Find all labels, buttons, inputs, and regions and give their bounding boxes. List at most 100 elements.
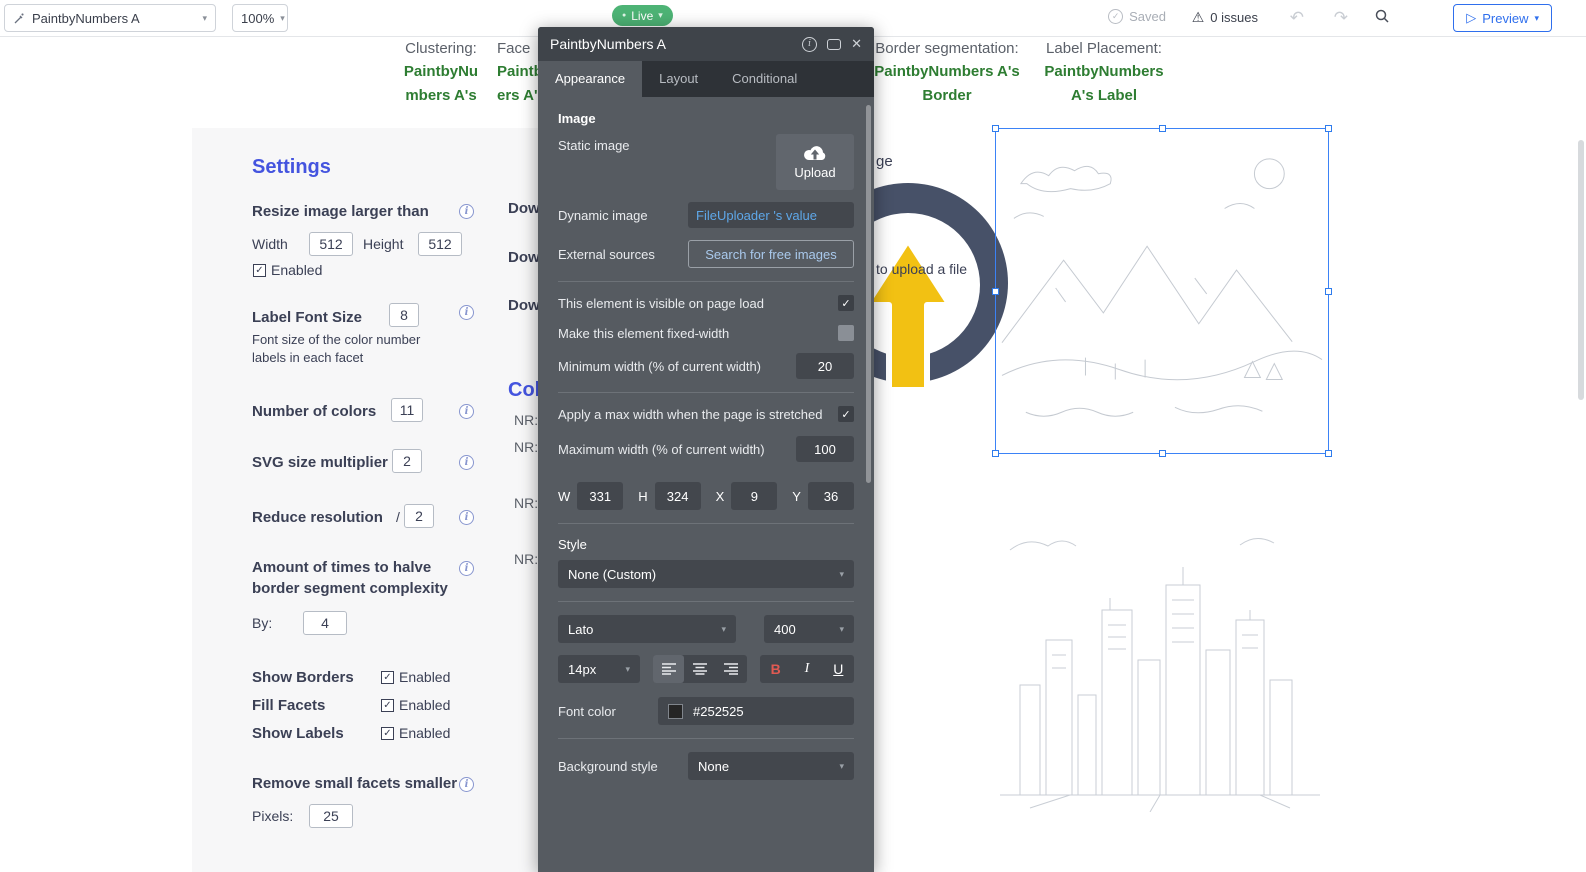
info-icon[interactable]: i (459, 455, 474, 470)
dot-icon: ● (622, 12, 626, 19)
chevron-down-icon: ▾ (721, 625, 726, 634)
align-right-button[interactable] (716, 655, 747, 683)
align-center-icon (693, 663, 707, 675)
zoom-dropdown[interactable]: 100% ▾ (232, 4, 288, 32)
fill-facets-checkbox[interactable]: ✓ Enabled (381, 697, 450, 713)
reduce-resolution-label: Reduce resolution (252, 509, 383, 526)
x-input[interactable] (731, 482, 777, 510)
undo-icon: ↶ (1290, 9, 1304, 26)
w-input[interactable] (577, 482, 623, 510)
resize-handle-sw[interactable] (992, 450, 999, 457)
info-icon[interactable]: i (459, 204, 474, 219)
number-of-colors-input[interactable] (391, 398, 423, 422)
width-label: Width (252, 236, 288, 252)
tab-conditional[interactable]: Conditional (715, 61, 814, 97)
saved-label: Saved (1129, 9, 1166, 24)
redo-button[interactable]: ↷ (1334, 9, 1348, 26)
canvas-label-label-placement[interactable]: Label Placement: PaintbyNumbers A's Labe… (1036, 38, 1172, 108)
number-of-colors-label: Number of colors (252, 403, 376, 420)
italic-button[interactable]: I (791, 655, 822, 683)
max-width-toggle-checkbox[interactable]: ✓ (838, 406, 854, 422)
font-weight-dropdown[interactable]: 400 ▾ (764, 615, 854, 643)
preview-button[interactable]: ▷ Preview ▾ (1453, 4, 1552, 32)
h-input[interactable] (655, 482, 701, 510)
min-width-input[interactable] (796, 353, 854, 379)
resize-handle-n[interactable] (1159, 125, 1166, 132)
paintbynumbers-image-element[interactable] (995, 128, 1329, 454)
dynamic-image-expression[interactable]: FileUploader 's value (688, 202, 854, 228)
visible-on-load-checkbox[interactable]: ✓ (838, 295, 854, 311)
info-icon[interactable]: i (459, 777, 474, 792)
label-title: Border segmentation: (868, 38, 1026, 60)
resize-handle-ne[interactable] (1325, 125, 1332, 132)
info-icon[interactable]: i (802, 37, 817, 52)
label-title: Label Placement: (1036, 38, 1172, 60)
info-icon[interactable]: i (459, 404, 474, 419)
bold-button[interactable]: B (760, 655, 791, 683)
close-icon[interactable]: ✕ (851, 36, 862, 52)
y-input[interactable] (808, 482, 854, 510)
settings-heading: Settings (252, 156, 331, 179)
font-size-dropdown[interactable]: 14px ▾ (558, 655, 640, 683)
by-label: By: (252, 615, 272, 631)
min-width-label: Minimum width (% of current width) (558, 359, 761, 374)
element-picker-label: PaintbyNumbers A (32, 11, 196, 26)
font-color-picker[interactable]: #252525 (658, 697, 854, 725)
search-free-images-button[interactable]: Search for free images (688, 240, 854, 268)
element-picker-dropdown[interactable]: PaintbyNumbers A ▾ (4, 4, 216, 32)
style-dropdown[interactable]: None (Custom) ▾ (558, 560, 854, 588)
height-input[interactable] (418, 232, 462, 256)
issues-indicator[interactable]: ⚠ 0 issues (1192, 9, 1258, 26)
y-label: Y (792, 489, 801, 504)
property-editor-scrollbar[interactable] (866, 105, 871, 483)
undo-button[interactable]: ↶ (1290, 9, 1304, 26)
download-label-fragment: Dow (508, 200, 540, 217)
reduce-resolution-input[interactable] (404, 504, 434, 528)
resize-handle-w[interactable] (992, 288, 999, 295)
height-label: Height (363, 236, 403, 252)
svg-size-input[interactable] (392, 449, 422, 473)
resize-handle-nw[interactable] (992, 125, 999, 132)
canvas-label-border-segmentation[interactable]: Border segmentation: PaintbyNumbers A's … (868, 38, 1026, 108)
background-style-value: None (698, 759, 729, 774)
search-button[interactable] (1374, 8, 1390, 24)
dimensions-row: W H X Y (558, 482, 854, 510)
by-input[interactable] (303, 611, 347, 635)
align-left-button[interactable] (653, 655, 684, 683)
underline-button[interactable]: U (823, 655, 854, 683)
fixed-width-checkbox[interactable] (838, 325, 854, 341)
chevron-down-icon: ▾ (658, 11, 663, 20)
line-art-cityscape (990, 490, 1330, 812)
max-width-input[interactable] (796, 436, 854, 462)
label-value: A's Label (1036, 84, 1172, 108)
align-center-button[interactable] (684, 655, 715, 683)
show-borders-checkbox[interactable]: ✓ Enabled (381, 669, 450, 685)
info-icon[interactable]: i (459, 510, 474, 525)
background-style-dropdown[interactable]: None ▾ (688, 752, 854, 780)
resize-handle-e[interactable] (1325, 288, 1332, 295)
align-right-icon (724, 663, 738, 675)
font-family-dropdown[interactable]: Lato ▾ (558, 615, 736, 643)
label-value: PaintbyNu (380, 60, 502, 84)
resize-enabled-checkbox[interactable]: ✓ Enabled (253, 262, 322, 278)
comment-icon[interactable] (827, 39, 841, 50)
pixels-input[interactable] (309, 804, 353, 828)
width-input[interactable] (309, 232, 353, 256)
font-size-value: 14px (568, 662, 596, 677)
label-font-size-input[interactable] (389, 303, 419, 327)
info-icon[interactable]: i (459, 561, 474, 576)
tab-appearance[interactable]: Appearance (538, 61, 642, 97)
label-font-size-label: Label Font Size (252, 309, 362, 326)
live-badge[interactable]: ● Live ▾ (612, 5, 673, 26)
resize-handle-se[interactable] (1325, 450, 1332, 457)
show-labels-checkbox[interactable]: ✓ Enabled (381, 725, 450, 741)
tab-layout[interactable]: Layout (642, 61, 715, 97)
resize-handle-s[interactable] (1159, 450, 1166, 457)
result-image-element[interactable] (990, 490, 1330, 812)
info-icon[interactable]: i (459, 305, 474, 320)
zoom-label: 100% (241, 11, 274, 26)
property-editor-header[interactable]: PaintbyNumbers A i ✕ (538, 27, 874, 61)
page-scrollbar[interactable] (1578, 140, 1584, 400)
canvas-label-clustering[interactable]: Clustering: PaintbyNu mbers A's (380, 38, 502, 108)
upload-button[interactable]: Upload (776, 134, 854, 190)
